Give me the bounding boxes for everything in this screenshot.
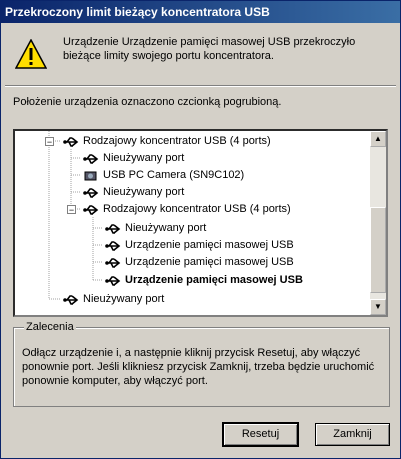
usb-port-icon: [63, 294, 79, 305]
tree-item-label: Urządzenie pamięci masowej USB: [125, 239, 294, 251]
vertical-scrollbar[interactable]: ▲ ▼: [370, 131, 386, 315]
recommendation-text: Odłącz urządzenie i, a następnie kliknij…: [22, 347, 375, 387]
usb-storage-icon: [105, 275, 121, 286]
title-bar[interactable]: Przekroczony limit bieżący koncentratora…: [1, 1, 400, 23]
usb-storage-icon: [105, 240, 121, 251]
separator: [5, 85, 396, 87]
tree-item-label: Nieużywany port: [103, 152, 185, 164]
usb-port-icon: [105, 223, 121, 234]
tree-item[interactable]: Urządzenie pamięci masowej USB: [105, 237, 294, 254]
scroll-thumb[interactable]: [370, 207, 386, 293]
close-button[interactable]: Zamknij: [315, 423, 390, 446]
tree-item-label: Rodzajowy koncentrator USB (4 ports): [103, 203, 291, 215]
device-tree[interactable]: − − Rodzajowy koncentrator USB (4 ports) Ni…: [13, 129, 388, 317]
tree-item[interactable]: Rodzajowy koncentrator USB (4 ports): [83, 201, 291, 218]
usb-port-icon: [83, 187, 99, 198]
tree-item-label: Nieużywany port: [103, 186, 185, 198]
location-note: Położenie urządzenia oznaczono czcionką …: [13, 96, 282, 108]
warning-icon: [15, 39, 47, 69]
collapse-toggle-icon[interactable]: −: [67, 205, 76, 215]
tree-item[interactable]: Nieużywany port: [83, 150, 184, 167]
usb-hub-icon: [63, 136, 79, 147]
tree-item[interactable]: Rodzajowy koncentrator USB (4 ports): [63, 133, 271, 150]
scroll-down-button[interactable]: ▼: [370, 299, 386, 315]
recommendation-title: Zalecenia: [24, 321, 76, 333]
collapse-toggle-icon[interactable]: −: [45, 137, 54, 147]
tree-content: − − Rodzajowy koncentrator USB (4 ports) Ni…: [15, 131, 370, 315]
tree-item[interactable]: Nieużywany port: [105, 220, 206, 237]
warning-message: Urządzenie Urządzenie pamięci masowej US…: [63, 36, 356, 62]
tree-item[interactable]: USB PC Camera (SN9C102): [83, 167, 244, 184]
tree-item-label: Nieużywany port: [125, 222, 207, 234]
reset-button[interactable]: Resetuj: [222, 422, 299, 447]
tree-item-label: Rodzajowy koncentrator USB (4 ports): [83, 135, 271, 147]
usb-camera-icon: [84, 171, 97, 180]
usb-port-icon: [83, 153, 99, 164]
tree-item[interactable]: Urządzenie pamięci masowej USB: [105, 272, 303, 289]
recommendation-group: Zalecenia Odłącz urządzenie i, a następn…: [13, 321, 390, 407]
tree-item[interactable]: Urządzenie pamięci masowej USB: [105, 254, 294, 271]
tree-item-label: Nieużywany port: [83, 293, 165, 305]
tree-item[interactable]: Nieużywany port: [83, 184, 184, 201]
tree-item-label: Urządzenie pamięci masowej USB: [125, 274, 303, 286]
usb-hub-icon: [83, 204, 99, 215]
tree-item-label: Urządzenie pamięci masowej USB: [125, 256, 294, 268]
tree-item-label: USB PC Camera (SN9C102): [103, 169, 245, 181]
scroll-up-button[interactable]: ▲: [370, 131, 386, 147]
tree-item[interactable]: Nieużywany port: [63, 291, 164, 308]
usb-storage-icon: [105, 257, 121, 268]
dialog-window: Przekroczony limit bieżący koncentratora…: [0, 0, 401, 459]
